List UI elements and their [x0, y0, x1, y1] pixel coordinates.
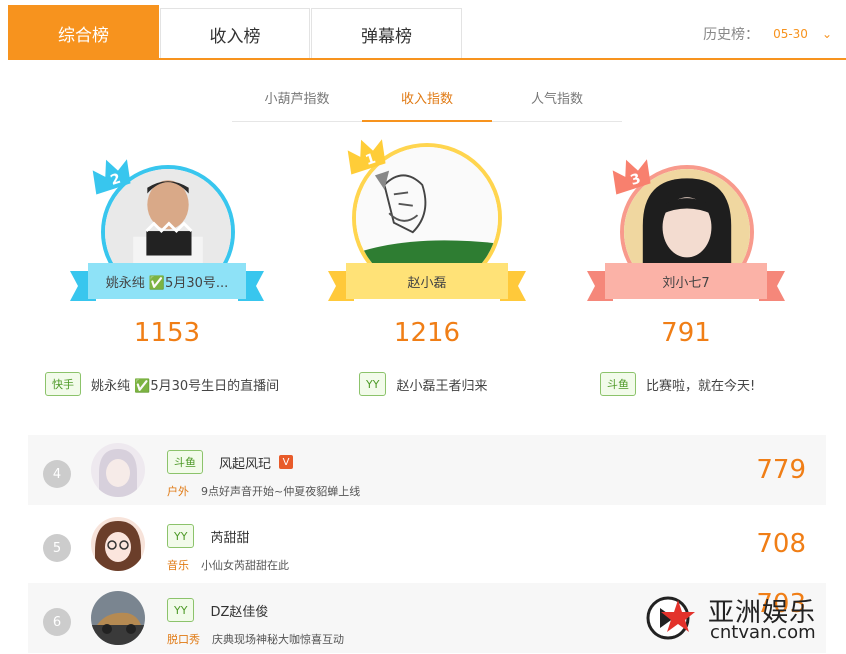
- watermark-domain: cntvan.com: [710, 622, 816, 643]
- crown-first-icon: 1: [347, 139, 386, 175]
- rank-circle: 4: [43, 460, 71, 488]
- streamer-score: 1153: [133, 318, 201, 348]
- streamer-score: 708: [756, 529, 806, 559]
- tab-bar-underline: [8, 58, 846, 60]
- ribbon-third: 刘小七7: [587, 263, 785, 301]
- history-date[interactable]: 05-30: [773, 27, 808, 41]
- subtab-hulu-index[interactable]: 小葫芦指数: [232, 88, 362, 107]
- streamer-name: 风起风玘: [219, 456, 272, 472]
- streamer-photo: [91, 517, 145, 571]
- room-title: 小仙女芮甜甜在此: [201, 559, 289, 572]
- room-title: 赵小磊王者归来: [396, 378, 488, 394]
- rank-circle: 6: [43, 608, 71, 636]
- subtab-popularity-index[interactable]: 人气指数: [492, 88, 622, 107]
- streamer-name: 芮甜甜: [210, 530, 250, 546]
- tab-danmaku[interactable]: 弹幕榜: [311, 8, 462, 59]
- ribbon-second: 姚永纯 ✅5月30号...: [70, 263, 264, 301]
- streamer-name: 赵小磊: [346, 263, 508, 299]
- crown-third-icon: 3: [612, 159, 651, 195]
- streamer-score: 779: [756, 455, 806, 485]
- streamer-score: 791: [661, 318, 711, 348]
- rank-circle: 5: [43, 534, 71, 562]
- avatar[interactable]: [91, 443, 145, 497]
- crown-second-icon: 2: [92, 159, 131, 195]
- list-item[interactable]: 5 YY 芮甜甜 音乐 小仙女芮甜甜在此 708: [28, 509, 826, 579]
- site-watermark: 亚洲娱乐 cntvan.com: [646, 590, 836, 650]
- room-info[interactable]: 快手 姚永纯 ✅5月30号生日的直播间: [45, 372, 279, 396]
- category-label[interactable]: 音乐: [167, 557, 189, 573]
- room-info[interactable]: 斗鱼 比赛啦，就在今天!: [600, 372, 755, 396]
- streamer-name: 姚永纯 ✅5月30号...: [88, 263, 246, 299]
- tab-income[interactable]: 收入榜: [160, 8, 310, 59]
- subtab-active-underline: [362, 120, 492, 122]
- platform-badge: 快手: [45, 372, 81, 396]
- list-item[interactable]: 4 斗鱼 风起风玘 V 户外 9点好声音开始~仲夏夜貂蝉上线 779: [28, 435, 826, 505]
- platform-badge: 斗鱼: [167, 450, 203, 474]
- platform-badge: YY: [167, 524, 195, 548]
- streamer-photo: [91, 443, 145, 497]
- room-title: 庆典现场神秘大咖惊喜互动: [212, 633, 344, 646]
- streamer-score: 1216: [393, 318, 461, 348]
- index-subtabs: 小葫芦指数 收入指数 人气指数: [232, 80, 622, 122]
- platform-badge: YY: [167, 598, 195, 622]
- ranking-tab-bar: 综合榜 收入榜 弹幕榜 历史榜： 05-30 ⌄: [0, 0, 846, 61]
- avatar[interactable]: [91, 591, 145, 645]
- category-label[interactable]: 户外: [167, 483, 189, 499]
- category-label[interactable]: 脱口秀: [167, 631, 200, 647]
- streamer-name: DZ赵佳俊: [210, 604, 269, 620]
- subtab-income-index[interactable]: 收入指数: [362, 88, 492, 107]
- history-label: 历史榜：: [703, 27, 760, 43]
- streamer-name: 刘小七7: [605, 263, 767, 299]
- platform-badge: YY: [359, 372, 387, 396]
- platform-badge: 斗鱼: [600, 372, 636, 396]
- room-title: 比赛啦，就在今天!: [646, 378, 756, 394]
- tab-overall[interactable]: 综合榜: [8, 5, 159, 60]
- chevron-down-icon[interactable]: ⌄: [822, 27, 832, 41]
- room-title: 姚永纯 ✅5月30号生日的直播间: [91, 378, 280, 394]
- avatar[interactable]: [91, 517, 145, 571]
- history-selector[interactable]: 历史榜： 05-30 ⌄: [703, 24, 832, 44]
- watermark-logo-icon: [646, 596, 695, 640]
- room-info[interactable]: YY 赵小磊王者归来: [359, 372, 487, 396]
- verified-v-icon: V: [279, 455, 294, 469]
- room-title: 9点好声音开始~仲夏夜貂蝉上线: [201, 485, 361, 498]
- ribbon-first: 赵小磊: [328, 263, 526, 301]
- streamer-photo: [91, 591, 145, 645]
